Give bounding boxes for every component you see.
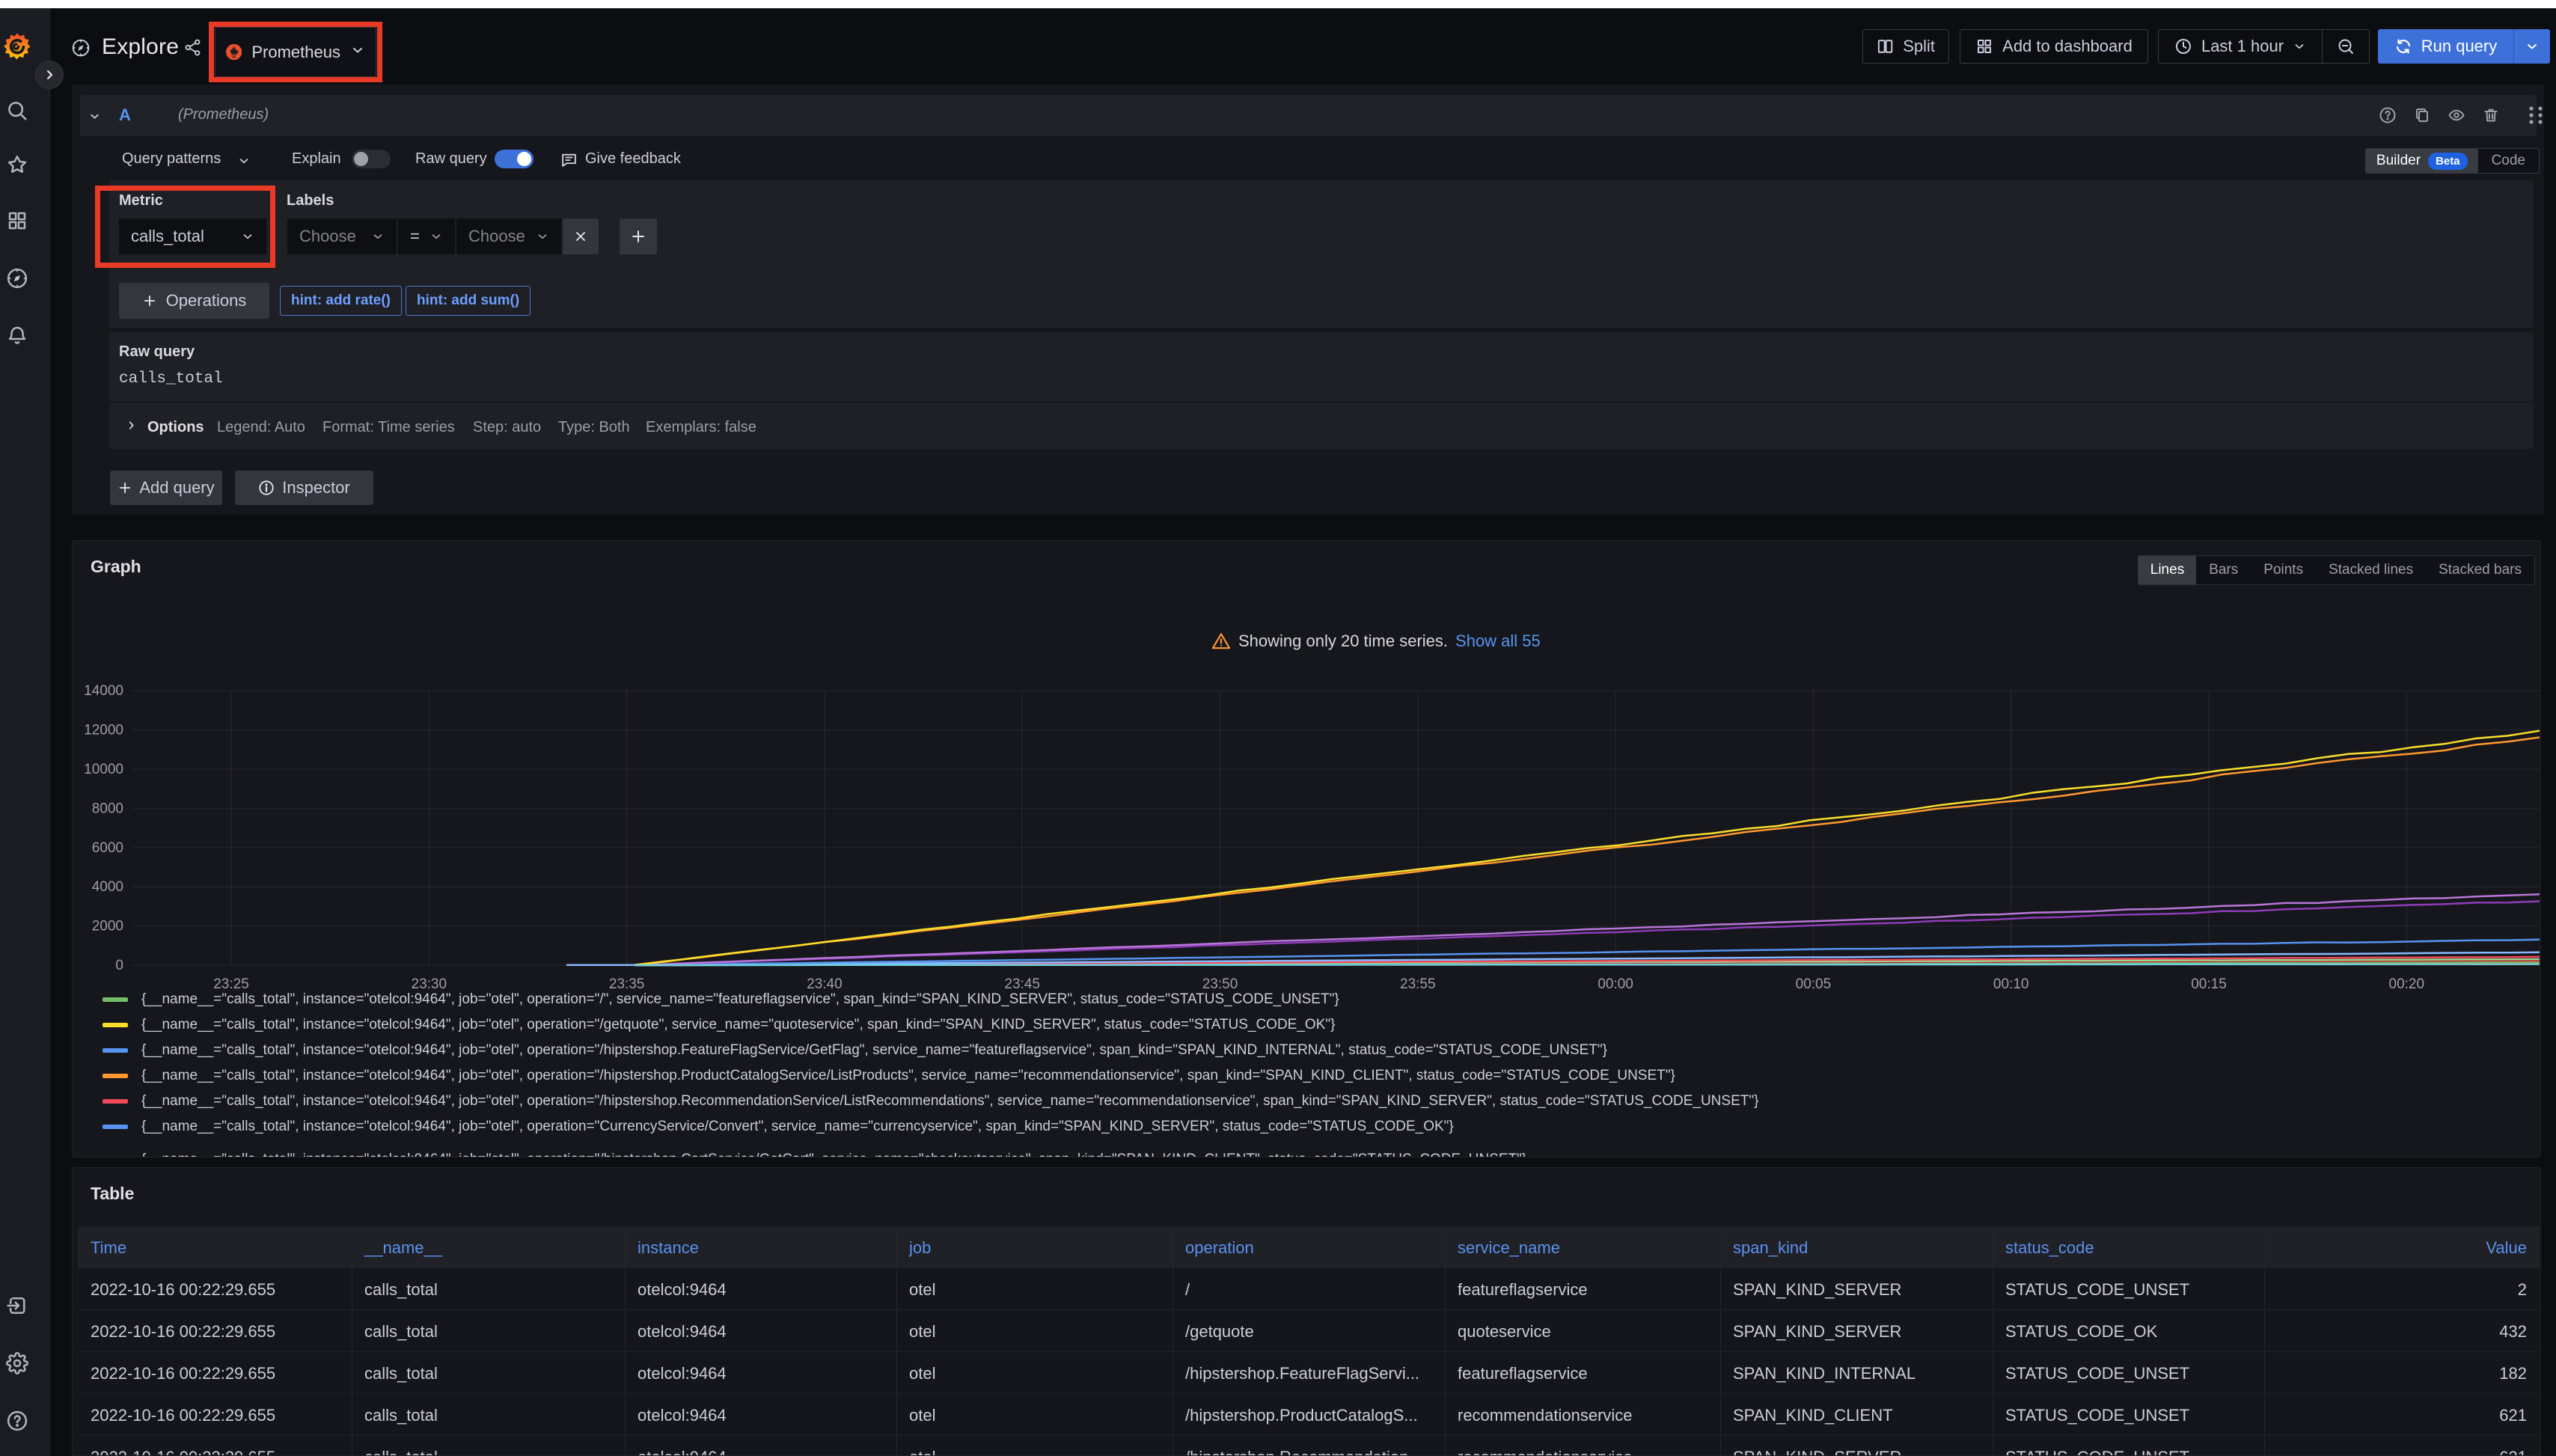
- svg-text:00:10: 00:10: [1993, 976, 2029, 992]
- svg-text:2000: 2000: [92, 919, 123, 935]
- svg-text:00:20: 00:20: [2389, 976, 2425, 992]
- svg-text:8000: 8000: [92, 801, 123, 816]
- svg-text:23:25: 23:25: [213, 976, 249, 992]
- svg-text:23:40: 23:40: [807, 976, 843, 992]
- svg-text:10000: 10000: [84, 762, 123, 777]
- svg-text:23:30: 23:30: [412, 976, 447, 992]
- svg-text:23:45: 23:45: [1004, 976, 1040, 992]
- svg-text:00:15: 00:15: [2191, 976, 2227, 992]
- svg-text:00:05: 00:05: [1796, 976, 1832, 992]
- svg-text:23:55: 23:55: [1400, 976, 1436, 992]
- svg-text:0: 0: [115, 958, 123, 973]
- svg-text:23:50: 23:50: [1202, 976, 1238, 992]
- svg-text:00:00: 00:00: [1598, 976, 1633, 992]
- svg-text:12000: 12000: [84, 723, 123, 738]
- svg-text:4000: 4000: [92, 879, 123, 895]
- svg-text:14000: 14000: [84, 683, 123, 699]
- svg-text:6000: 6000: [92, 840, 123, 856]
- svg-text:23:35: 23:35: [609, 976, 645, 992]
